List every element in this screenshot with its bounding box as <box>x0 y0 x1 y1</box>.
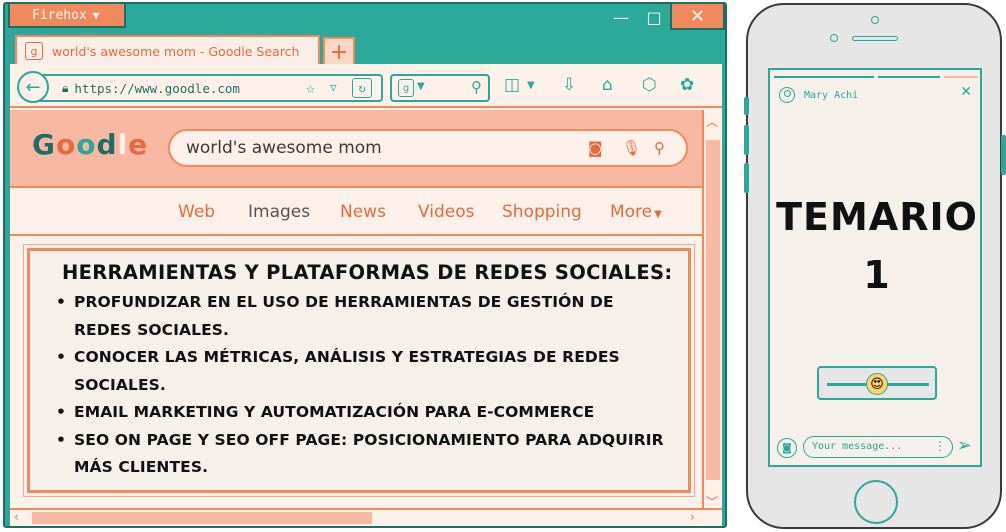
phone-button <box>744 163 749 193</box>
tab-news[interactable]: News <box>340 202 386 222</box>
sidebar-icon[interactable]: ◫ <box>504 75 520 95</box>
dropdown-arrow-icon[interactable]: ▽ <box>330 81 337 94</box>
search-header: Goodle world's awesome mom ◙ 🎙︎ ⚲ <box>10 110 702 188</box>
address-bar[interactable]: 🔒︎ https://www.goodle.com ☆ ▽ ↻ <box>38 74 383 102</box>
phone-mockup: Mary Achi ✕ TEMARIO 1 😍 ◙ Your message..… <box>744 3 1006 529</box>
tab-more[interactable]: More ▼ <box>610 202 662 222</box>
browser-window: Firehox ▼ — □ ✕ g world's awesome mom - G… <box>3 2 727 528</box>
maximize-button[interactable]: □ <box>639 4 669 30</box>
syllabus-box: HERRAMIENTAS Y PLATAFORMAS DE REDES SOCI… <box>23 244 695 497</box>
scroll-thumb[interactable] <box>706 140 720 480</box>
web-page: Goodle world's awesome mom ◙ 🎙︎ ⚲ Web Im… <box>10 110 702 513</box>
package-icon[interactable]: ⬡ <box>642 75 657 95</box>
goodle-logo[interactable]: Goodle <box>32 128 148 161</box>
list-item: SEO ON PAGE Y SEO OFF PAGE: POSICIONAMIE… <box>50 427 674 482</box>
story-progress-bar <box>878 76 940 78</box>
chevron-down-icon: ▼ <box>92 9 100 22</box>
search-tabs: Web Images News Videos Shopping More ▼ <box>10 190 702 236</box>
list-item: EMAIL MARKETING Y AUTOMATIZACIÓN PARA E-… <box>50 399 674 427</box>
close-button[interactable]: ✕ <box>670 4 725 30</box>
story-progress-bar <box>944 76 978 78</box>
search-query: world's awesome mom <box>186 138 382 158</box>
story-progress-bar <box>774 76 874 78</box>
more-options-icon[interactable]: ⋮ <box>934 439 946 453</box>
tab-shopping[interactable]: Shopping <box>502 202 582 222</box>
navigation-toolbar: 🔒︎ https://www.goodle.com ☆ ▽ ↻ ← g ▼ ⚲ … <box>10 64 722 108</box>
scroll-thumb[interactable] <box>32 512 372 524</box>
search-box[interactable]: g ▼ ⚲ <box>390 74 490 102</box>
send-icon[interactable]: ➢ <box>957 435 972 456</box>
tab-web[interactable]: Web <box>178 202 215 222</box>
browser-tab[interactable]: g world's awesome mom - Goodle Search <box>15 35 320 65</box>
chevron-down-icon[interactable]: ▼ <box>527 80 535 91</box>
lock-icon: 🔒︎ <box>62 80 69 95</box>
chevron-down-icon: ▼ <box>417 81 425 92</box>
phone-speaker <box>852 36 898 41</box>
slider-knob[interactable]: 😍 <box>866 373 888 395</box>
chevron-down-icon: ▼ <box>654 209 662 220</box>
microphone-icon[interactable]: 🎙︎ <box>622 139 641 157</box>
browser-body: 🔒︎ https://www.goodle.com ☆ ▽ ↻ ← g ▼ ⚲ … <box>10 64 722 526</box>
syllabus-heading: HERRAMIENTAS Y PLATAFORMAS DE REDES SOCI… <box>62 261 673 284</box>
vertical-scrollbar[interactable]: ︿ ﹀ <box>702 110 722 513</box>
search-icon[interactable]: ⚲ <box>471 78 482 96</box>
minimize-button[interactable]: — <box>605 4 637 30</box>
camera-icon[interactable]: ◙ <box>588 139 603 157</box>
message-input[interactable]: Your message... ⋮ <box>803 436 953 458</box>
phone-sensor <box>871 16 879 24</box>
home-icon[interactable]: ⌂ <box>602 75 613 95</box>
reload-icon[interactable]: ↻ <box>352 78 372 98</box>
story-screen: Mary Achi ✕ TEMARIO 1 😍 ◙ Your message..… <box>768 68 982 467</box>
home-button[interactable] <box>854 480 898 524</box>
phone-camera <box>830 34 838 42</box>
content-area: HERRAMIENTAS Y PLATAFORMAS DE REDES SOCI… <box>10 238 702 513</box>
phone-button <box>1001 135 1006 175</box>
syllabus-list: PROFUNDIZAR EN EL USO DE HERRAMIENTAS DE… <box>50 289 674 482</box>
close-icon[interactable]: ✕ <box>960 84 972 100</box>
favicon-icon: g <box>25 42 43 60</box>
horizontal-scrollbar[interactable]: ‹ › <box>10 508 722 526</box>
extensions-icon[interactable]: ✿ <box>680 75 694 95</box>
tab-videos[interactable]: Videos <box>418 202 475 222</box>
scroll-right-icon[interactable]: › <box>690 510 695 524</box>
camera-icon[interactable]: ◙ <box>777 438 797 458</box>
tab-title: world's awesome mom - Goodle Search <box>52 43 300 59</box>
avatar[interactable] <box>779 87 795 103</box>
app-menu-button[interactable]: Firehox ▼ <box>8 4 126 28</box>
scroll-up-icon[interactable]: ︿ <box>706 113 718 130</box>
bookmark-star-icon[interactable]: ☆ <box>306 79 315 97</box>
download-icon[interactable]: ⇩ <box>562 75 576 95</box>
search-icon[interactable]: ⚲ <box>654 139 665 157</box>
search-input[interactable]: world's awesome mom ◙ 🎙︎ ⚲ <box>168 129 688 167</box>
list-item: PROFUNDIZAR EN EL USO DE HERRAMIENTAS DE… <box>50 289 674 344</box>
list-item: CONOCER LAS MÉTRICAS, ANÁLISIS Y ESTRATE… <box>50 344 674 399</box>
app-name: Firehox <box>32 8 87 23</box>
search-engine-icon: g <box>398 79 414 97</box>
arrow-left-icon: ← <box>25 76 41 98</box>
phone-button <box>744 125 749 155</box>
story-title: TEMARIO 1 <box>776 195 978 297</box>
user-name[interactable]: Mary Achi <box>804 90 858 101</box>
url-text: https://www.goodle.com <box>74 80 240 96</box>
scroll-left-icon[interactable]: ‹ <box>14 510 19 524</box>
emoji-slider[interactable]: 😍 <box>817 366 937 400</box>
back-button[interactable]: ← <box>17 71 49 103</box>
tab-images[interactable]: Images <box>248 202 310 222</box>
phone-button <box>744 97 749 115</box>
message-placeholder: Your message... <box>812 441 903 452</box>
new-tab-button[interactable]: + <box>323 37 355 65</box>
